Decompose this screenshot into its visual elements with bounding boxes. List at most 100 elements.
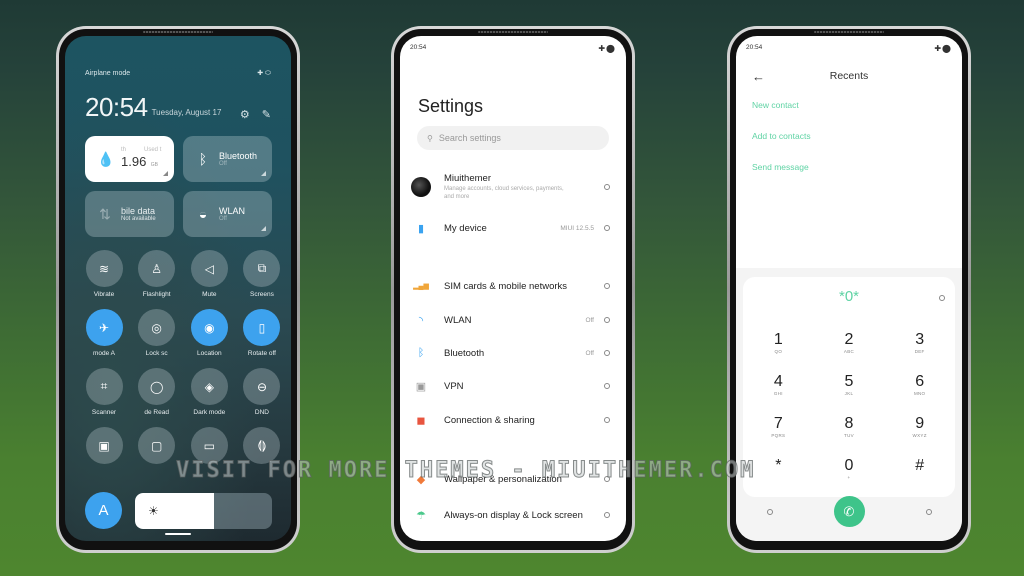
toggle-item[interactable]: ▣ [85,427,123,468]
lock-screen-icon: ☂ [416,509,426,522]
settings-item-bluetooth[interactable]: ᛒ Bluetooth Off [414,346,610,360]
phone-control-center: Airplane mode ✚ ⬭ 20:54 Tuesday, August … [56,26,300,553]
key-hash[interactable]: # [884,457,955,487]
delete-icon[interactable] [939,295,945,301]
add-to-contacts-link[interactable]: Add to contacts [752,131,811,141]
data-usage-value: 1.96 [121,154,147,169]
wlan-tile[interactable]: ◒ WLAN Off [183,191,272,237]
key-8[interactable]: 8 TUV [814,415,885,445]
key-0[interactable]: 0 + [814,457,885,487]
back-arrow-icon[interactable]: ← [752,69,765,84]
key-letters: QO [774,349,783,354]
key-digit: 0 [844,457,854,474]
toggle-scanner[interactable]: ⌗ Scanner [85,368,123,416]
toggle-rotate-off[interactable]: ▯ Rotate off [243,309,281,357]
left-action-icon[interactable] [766,508,773,515]
bluetooth-tile[interactable]: ᛒ Bluetooth Off [183,136,272,182]
settings-item-wallpaper-personalization[interactable]: ◆ Wallpaper & personalization [414,472,610,486]
toggle-item[interactable]: ⟬⟭ [243,427,281,468]
data-usage-tile[interactable]: 💧 th Used t 1.96 GB [85,136,174,182]
key-3[interactable]: 3 DEF [884,331,955,361]
toggle-label: DND [254,409,270,416]
key-digit: 5 [844,373,854,390]
toggle-vibrate[interactable]: ≋ Vibrate [85,250,123,298]
key-9[interactable]: 9 WXYZ [884,415,955,445]
toggle-dark-mode[interactable]: ◈ Dark mode [190,368,228,416]
settings-item-always-on-display-lock-screen[interactable]: ☂ Always-on display & Lock screen [414,508,610,522]
toggle-item[interactable]: ▭ [190,427,228,468]
key-7[interactable]: 7 PQRS [743,415,814,445]
dialer-screen: 20:54 ✚⬤ Recents ← New contact Add to co… [736,36,962,541]
page-title: Settings [418,96,484,116]
key-letters: DEF [914,349,925,354]
toggle-location[interactable]: ◉ Location [190,309,228,357]
settings-item-miuithemer[interactable]: Miuithemer Manage accounts, cloud service… [411,173,610,202]
chevron-icon [604,184,610,191]
key-digit: 6 [915,373,925,390]
phone-dialer: 20:54 ✚⬤ Recents ← New contact Add to co… [727,26,971,553]
auto-brightness-button[interactable]: A [85,492,122,529]
search-input[interactable]: ⚲ Search settings [417,126,609,150]
new-contact-link[interactable]: New contact [752,100,799,110]
rotate-icon: ▯ [243,309,281,346]
brightness-slider[interactable]: ☀ [135,492,272,529]
toggle-mode-a[interactable]: ✈ mode A [85,309,123,357]
settings-item-wlan[interactable]: ◝ WLAN Off [414,313,610,327]
item-label: Bluetooth [444,347,485,359]
item-text: My device [444,223,560,234]
settings-item-vpn[interactable]: ▣ VPN [414,379,610,393]
bluetooth-icon: ᛒ [417,347,425,359]
key-digit: # [915,457,925,474]
settings-item-sim-cards-mobile-networks[interactable]: ▂▄▆ SIM cards & mobile networks [413,279,610,293]
item-label: VPN [444,380,464,392]
call-button[interactable]: ✆ [833,496,865,527]
key-letters: + [847,475,851,480]
toggle-row: ⌗ Scanner ◯ de Read ◈ Dark mode ⊖ DND [85,368,281,416]
clock-date: Tuesday, August 17 [151,108,222,117]
item-label: Miuithemer [444,173,491,184]
toggle-row: ≋ Vibrate ♙ Flashlight ◁ Mute ⧉ Screens [85,250,281,298]
search-placeholder: Search settings [438,133,501,143]
expand-corner-icon [261,171,266,176]
right-action-icon[interactable] [925,508,932,515]
home-indicator[interactable] [165,533,191,535]
key-2[interactable]: 2 ABC [814,331,885,361]
wifi-icon: ◝ [418,314,424,327]
keypad: 1 QO 2 ABC 3 DEF 4 GHI 5 JKL 6 MNO 7 PQRS 8 TUV 9 WXYZ * 0 +… [743,331,955,487]
settings-item-connection-sharing[interactable]: ◼ Connection & sharing [414,413,610,427]
toggle-label: Mute [202,291,217,298]
toggle-de-read[interactable]: ◯ de Read [138,368,176,416]
edit-icon[interactable]: ✎ [262,108,271,121]
key-star[interactable]: * [743,457,814,487]
status-icons: ✚⬤ [598,44,616,53]
key-6[interactable]: 6 MNO [884,373,955,403]
wlan-icon: ◒ [198,206,208,222]
item-label: WLAN [444,314,472,326]
key-1[interactable]: 1 QO [743,331,814,361]
toggle-lock-sc[interactable]: ◎ Lock sc [138,309,176,357]
item-label: Always-on display & Lock screen [444,509,583,521]
key-5[interactable]: 5 JKL [814,373,885,403]
phone-bezel: Airplane mode ✚ ⬭ 20:54 Tuesday, August … [59,29,297,550]
chevron-icon [604,350,610,356]
toggle-screens[interactable]: ⧉ Screens [243,250,281,298]
item-text: WLAN [444,315,585,326]
key-digit: 8 [844,415,854,432]
vibrate-icon: ≋ [85,250,123,287]
toggle-dnd[interactable]: ⊖ DND [243,368,281,416]
item-label: My device [444,222,487,234]
send-message-link[interactable]: Send message [752,162,809,172]
phone-bezel: 20:54 ✚⬤ Settings ⚲ Search settings Miui… [394,29,632,550]
settings-gear-icon[interactable]: ⚙ [240,108,250,121]
mobile-data-tile[interactable]: ⇅ bile data Not available [85,191,174,237]
key-4[interactable]: 4 GHI [743,373,814,403]
toggle-item[interactable]: ▢ [138,427,176,468]
toggle-mute[interactable]: ◁ Mute [190,250,228,298]
airplane-mode-label: Airplane mode [85,70,131,77]
settings-item-my-device[interactable]: ▮ My device MIUI 12.5.5 [414,221,610,235]
flashlight-icon: ♙ [138,250,176,287]
settings-screen: 20:54 ✚⬤ Settings ⚲ Search settings Miui… [400,36,626,541]
toggle-flashlight[interactable]: ♙ Flashlight [138,250,176,298]
key-digit: 2 [844,331,854,348]
item-text: Wallpaper & personalization [444,474,604,485]
